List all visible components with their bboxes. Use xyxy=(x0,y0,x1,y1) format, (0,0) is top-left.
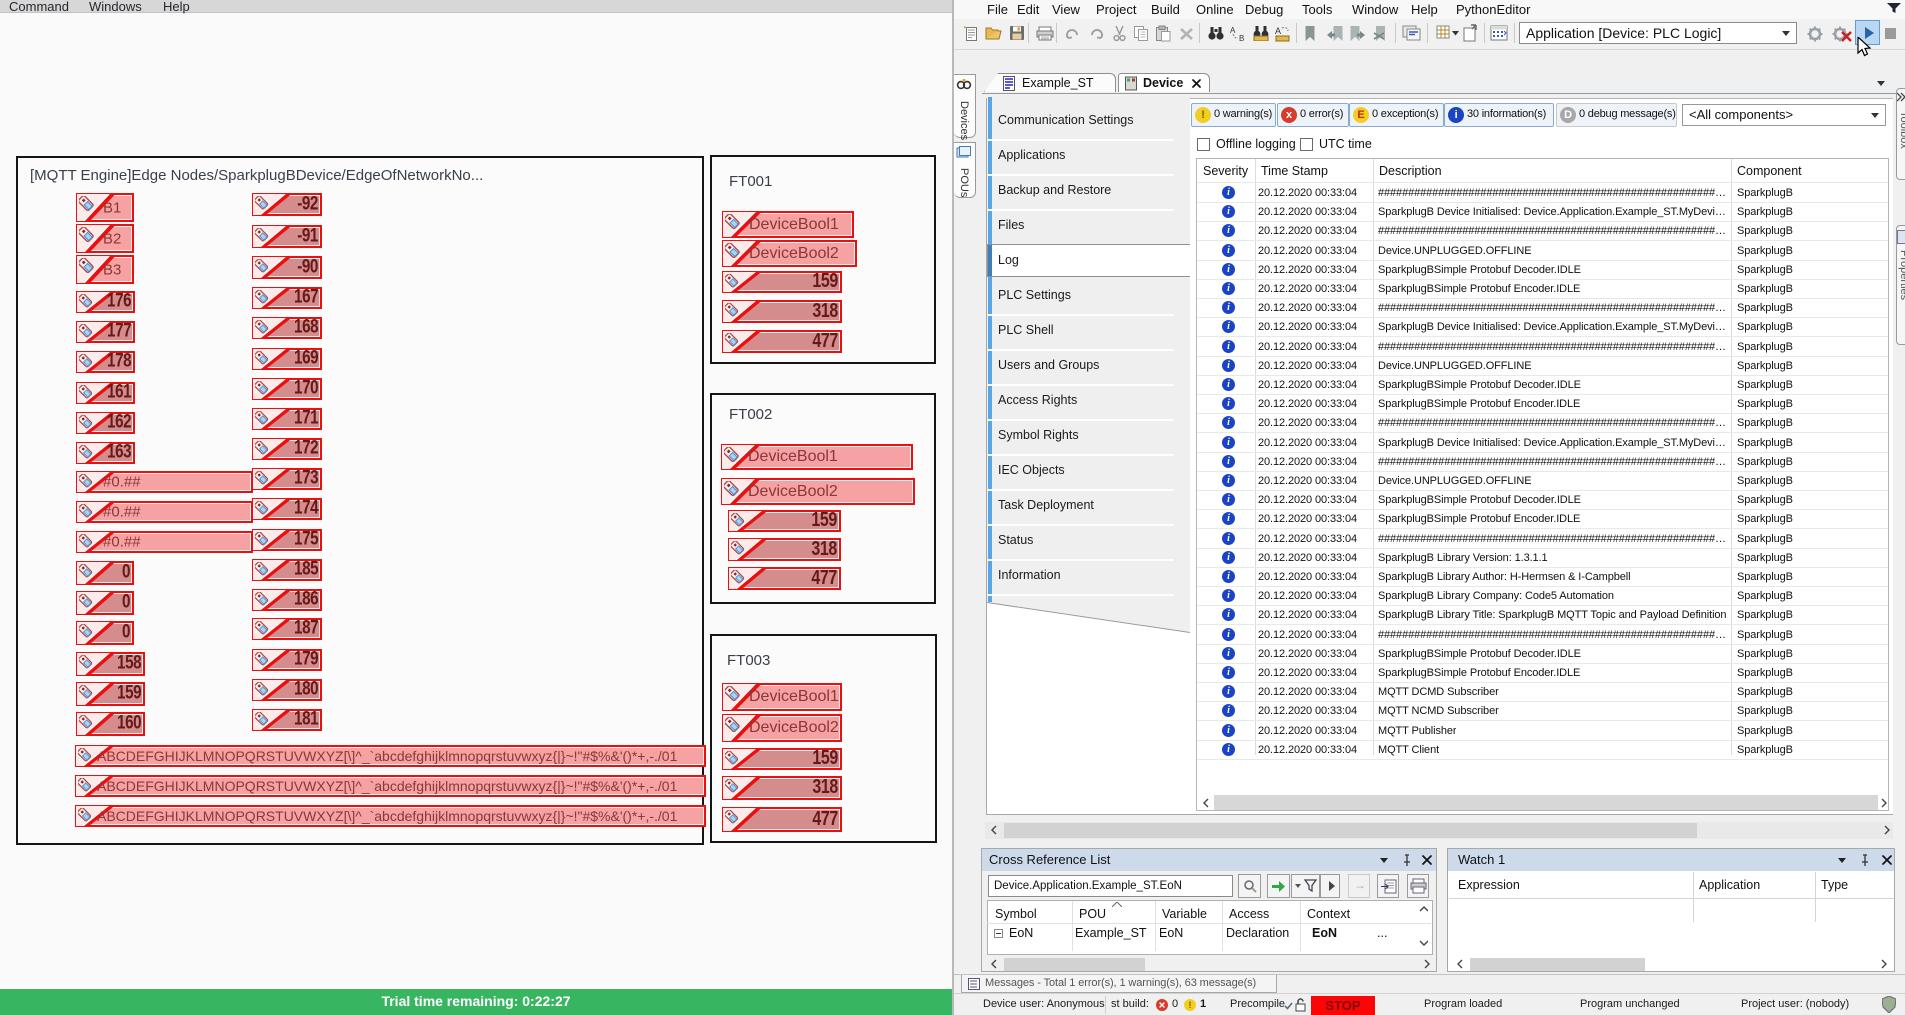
svg-text:A: A xyxy=(1275,26,1281,36)
svg-text:B: B xyxy=(1239,34,1244,42)
svg-text:A: A xyxy=(1230,26,1236,35)
